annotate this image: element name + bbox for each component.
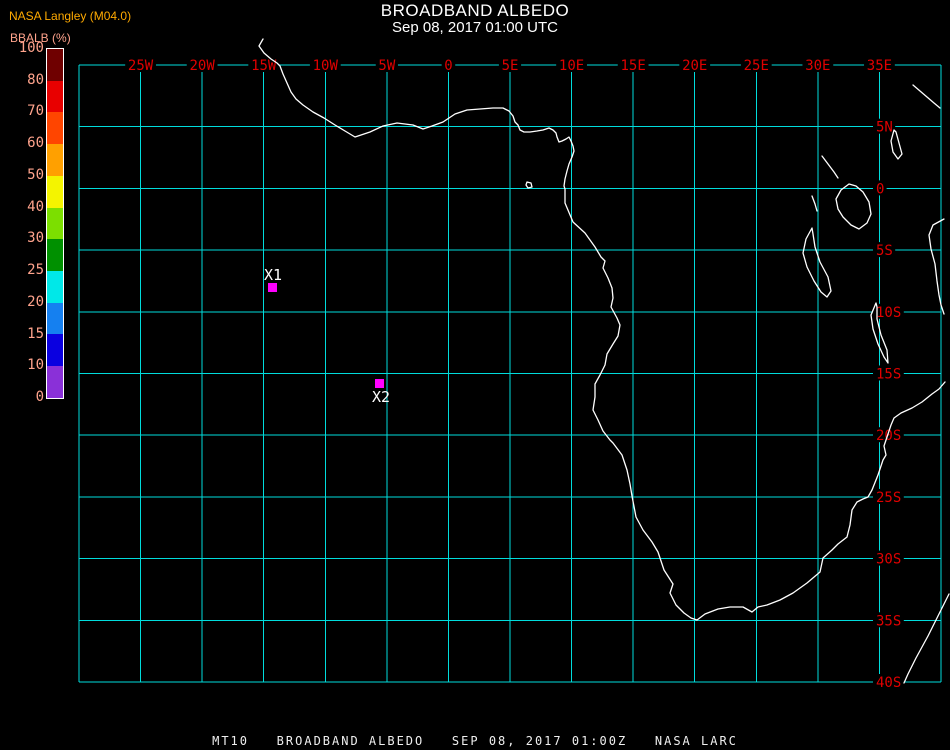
lon-label: 20E [682,58,707,74]
marker-point-x2 [375,379,384,388]
lat-label: 40S [876,675,901,691]
lon-label: 5W [378,58,395,74]
lat-label: 0 [876,181,884,197]
lon-label: 0 [444,58,452,74]
lon-label: 20W [189,58,215,74]
lon-label: 10W [313,58,339,74]
coastline-lake-edward [811,195,818,212]
lat-label: 15S [876,367,901,383]
coastline-madagascar-west [903,593,950,684]
albedo-plot-page: BROADBAND ALBEDO Sep 08, 2017 01:00 UTC … [0,0,950,750]
lat-label: 30S [876,552,901,568]
lon-label: 10E [559,58,584,74]
footer-status-line: MT10 BROADBAND ALBEDO SEP 08, 2017 01:00… [212,734,738,748]
coastline-lake-tanganyika [802,227,832,298]
lon-label: 15E [620,58,645,74]
coastline-lake-turkana [890,129,903,160]
coastline-horn-fragment [912,84,941,109]
lon-label: 35E [867,58,892,74]
marker-point-x1 [268,283,277,292]
lat-label: 10S [876,305,901,321]
lon-label: 5E [502,58,519,74]
lon-label: 25W [128,58,154,74]
lat-label: 35S [876,613,901,629]
coastline-africa-mainland [258,38,946,621]
coastline-lake-albert [821,155,839,179]
lat-label: 5S [876,243,893,259]
coastline-lake-victoria [835,183,872,230]
lon-label: 30E [805,58,830,74]
coastline-east-coast-north [928,218,945,315]
marker-label-x1: X1 [264,266,282,284]
lat-label: 25S [876,490,901,506]
map-canvas: 25W 20W 15W 10W 5W 0 5E 10E 15E 20E 25E 30E 35E5N05S… [78,38,950,691]
marker-label-x2: X2 [372,388,390,406]
lat-label: 5N [876,120,893,136]
lon-label: 25E [744,58,769,74]
coastline-bioko-island [525,181,533,189]
